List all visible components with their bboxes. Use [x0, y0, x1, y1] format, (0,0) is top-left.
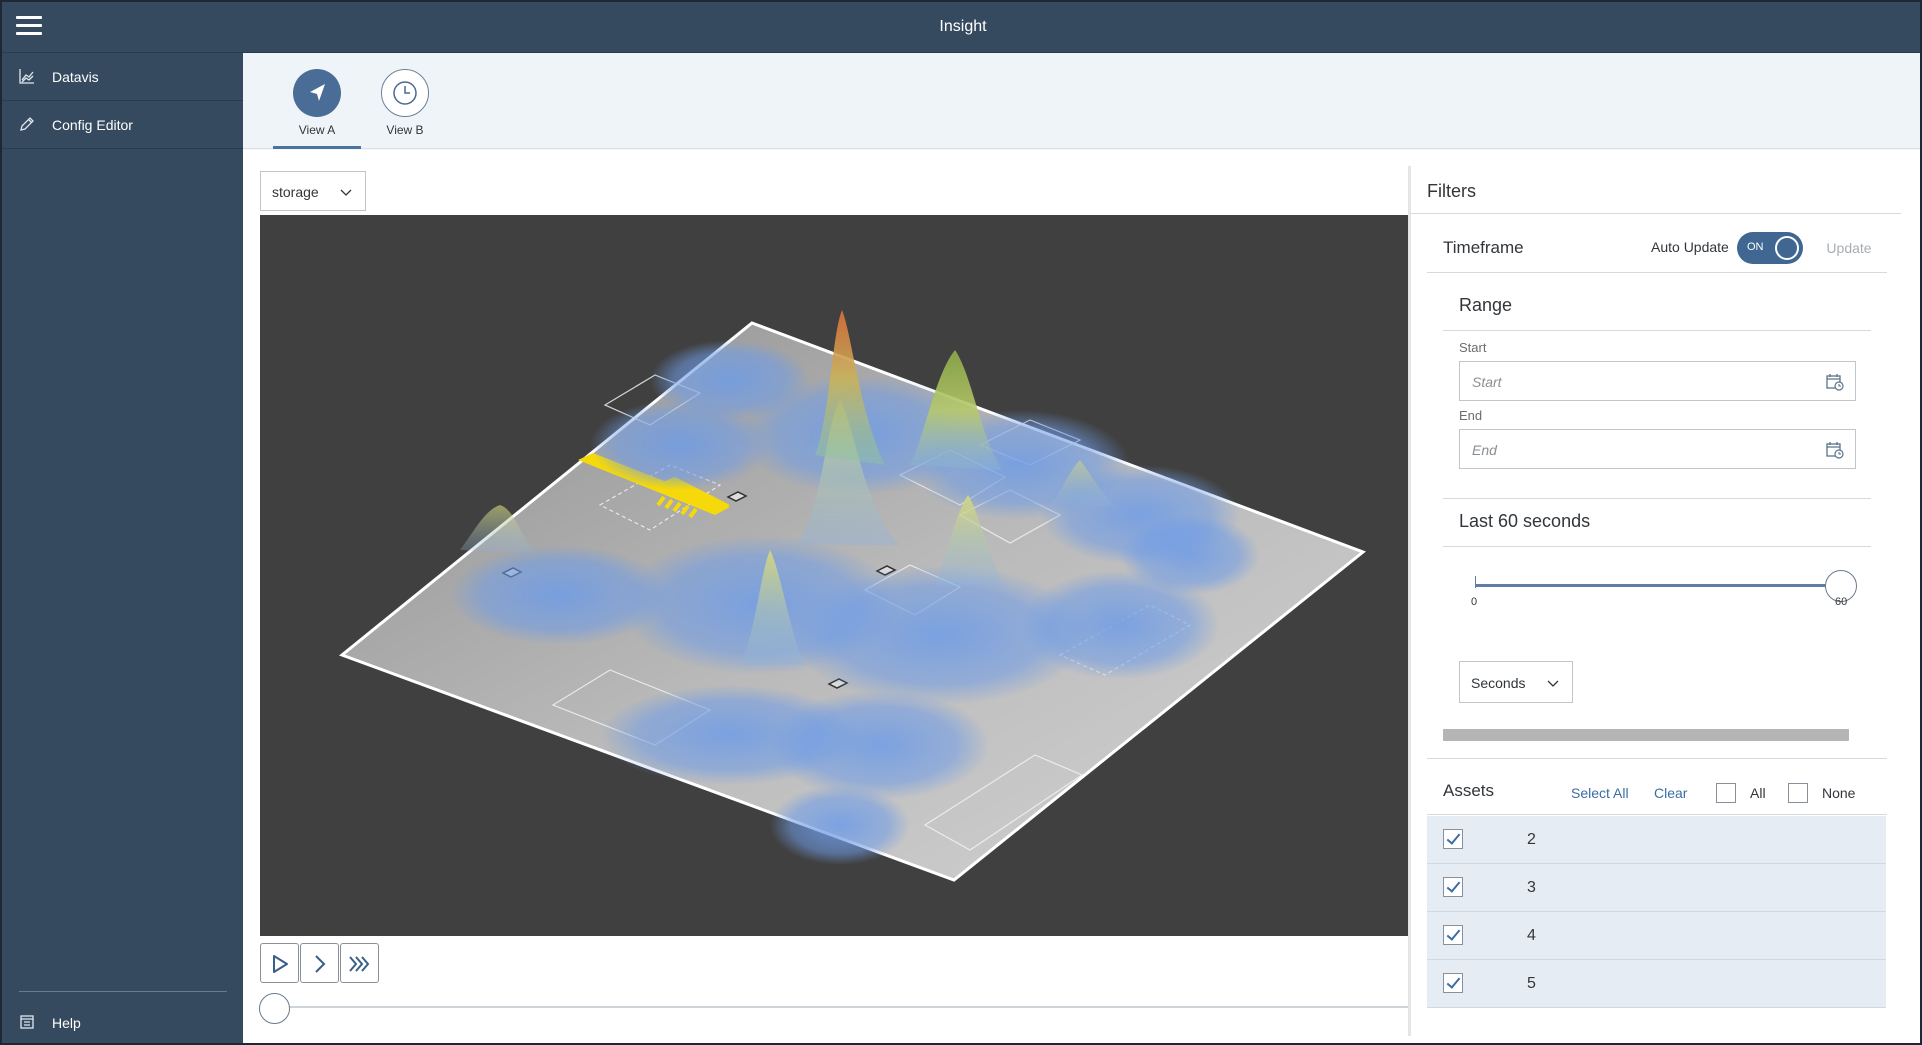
timeframe-title: Timeframe — [1443, 238, 1524, 257]
step-forward-button[interactable] — [300, 943, 339, 983]
auto-update-toggle[interactable]: ON — [1737, 232, 1803, 264]
slider-max-label: 60 — [1835, 596, 1848, 608]
asset-id: 2 — [1527, 831, 1536, 848]
calendar-icon[interactable] — [1826, 441, 1844, 459]
divider — [1443, 546, 1871, 547]
start-label: Start — [1459, 340, 1487, 355]
all-checkbox[interactable] — [1716, 783, 1736, 803]
divider — [1427, 272, 1887, 273]
asset-id: 5 — [1527, 975, 1536, 992]
start-date-field[interactable]: Start — [1459, 361, 1856, 401]
sidebar-item-help[interactable]: Help — [2, 999, 243, 1043]
divider — [1427, 758, 1887, 759]
asset-checkbox[interactable] — [1443, 829, 1463, 849]
asset-id: 4 — [1527, 927, 1536, 944]
auto-update-label: Auto Update — [1651, 239, 1729, 255]
calendar-icon[interactable] — [1826, 373, 1844, 391]
range-title: Range — [1459, 295, 1513, 315]
divider — [1427, 814, 1887, 815]
clear-link[interactable]: Clear — [1654, 785, 1687, 801]
view-b-button[interactable] — [381, 69, 429, 117]
filters-title: Filters — [1427, 181, 1476, 201]
sidebar-item-datavis[interactable]: Datavis — [2, 53, 243, 101]
time-unit-value: Seconds — [1471, 675, 1526, 691]
sidebar-item-label: Datavis — [52, 69, 99, 85]
seconds-slider-track[interactable] — [1475, 584, 1839, 587]
chevron-down-icon — [1547, 680, 1559, 687]
view-a-button[interactable] — [293, 69, 341, 117]
view-content: storage Filters Timeframe Auto Update ON… — [243, 150, 1920, 1043]
asset-checkbox[interactable] — [1443, 973, 1463, 993]
asset-id: 3 — [1527, 879, 1536, 896]
asset-row[interactable]: 4 — [1427, 912, 1886, 960]
time-unit-select[interactable]: Seconds — [1459, 661, 1573, 703]
help-doc-icon — [20, 1015, 34, 1029]
app-title: Insight — [939, 18, 987, 35]
sidebar-divider — [19, 991, 227, 992]
divider — [1443, 498, 1871, 499]
toggle-knob — [1775, 236, 1799, 260]
update-button[interactable]: Update — [1813, 232, 1885, 264]
heatmap-3d-view[interactable] — [260, 215, 1408, 936]
tab-view-a[interactable]: View A — [273, 53, 361, 149]
start-placeholder: Start — [1472, 374, 1502, 390]
select-all-link[interactable]: Select All — [1571, 785, 1629, 801]
end-date-field[interactable]: End — [1459, 429, 1856, 469]
end-label: End — [1459, 408, 1483, 423]
divider — [1443, 330, 1871, 331]
fast-forward-button[interactable] — [340, 943, 379, 983]
asset-row[interactable]: 5 — [1427, 960, 1886, 1008]
main-area: View A View B storage Filters Timeframe … — [243, 53, 1920, 1043]
timeline-track[interactable] — [260, 1006, 1408, 1008]
sidebar-item-config-editor[interactable]: Config Editor — [2, 101, 243, 149]
none-label: None — [1822, 785, 1856, 801]
navigation-arrow-icon — [310, 84, 325, 101]
assets-title: Assets — [1443, 781, 1495, 800]
all-label: All — [1750, 785, 1766, 801]
layer-select-value: storage — [272, 184, 319, 200]
line-chart-icon — [19, 69, 34, 84]
tab-view-b[interactable]: View B — [361, 53, 449, 149]
view-switcher: View A View B — [243, 53, 1920, 149]
divider — [1411, 213, 1901, 214]
play-icon — [273, 955, 288, 973]
shell-bar: Insight — [2, 2, 1920, 53]
fast-forward-icon — [349, 956, 370, 972]
asset-row[interactable]: 3 — [1427, 864, 1886, 912]
pencil-icon — [20, 117, 34, 131]
active-tab-indicator — [273, 146, 361, 149]
floor-heatmap-canvas[interactable] — [260, 215, 1408, 936]
step-forward-icon — [315, 955, 326, 973]
toggle-state-text: ON — [1747, 241, 1764, 253]
tab-label: View B — [386, 123, 424, 137]
last-period-title: Last 60 seconds — [1459, 511, 1591, 531]
sidebar-item-label: Help — [52, 1015, 81, 1031]
tab-label: View A — [298, 123, 336, 137]
asset-checkbox[interactable] — [1443, 877, 1463, 897]
insight-app: Insight Datavis Config Editor Help View … — [0, 0, 1922, 1045]
clock-icon — [393, 81, 417, 105]
horizontal-scrollbar[interactable] — [1443, 729, 1849, 741]
play-button[interactable] — [260, 943, 299, 983]
chevron-down-icon — [340, 189, 352, 196]
filters-panel: Filters Timeframe Auto Update ON Update … — [1411, 166, 1915, 1036]
side-navigation: Datavis Config Editor Help — [2, 53, 243, 1043]
layer-select[interactable]: storage — [260, 171, 366, 211]
slider-min-label: 0 — [1471, 596, 1478, 608]
sidebar-item-label: Config Editor — [52, 117, 133, 133]
timeline-handle[interactable] — [259, 993, 290, 1024]
none-checkbox[interactable] — [1788, 783, 1808, 803]
end-placeholder: End — [1472, 442, 1497, 458]
asset-row[interactable]: 2 — [1427, 816, 1886, 864]
asset-checkbox[interactable] — [1443, 925, 1463, 945]
